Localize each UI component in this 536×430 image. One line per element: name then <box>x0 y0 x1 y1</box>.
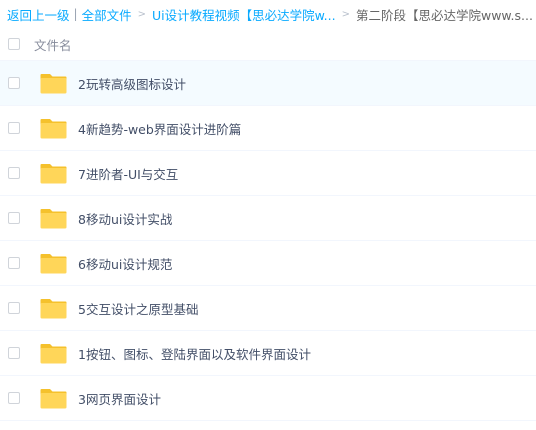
row-checkbox[interactable] <box>8 302 20 314</box>
row-checkbox[interactable] <box>8 347 20 359</box>
folder-icon <box>40 163 67 183</box>
file-name[interactable]: 4新趋势-web界面设计进阶篇 <box>78 119 241 138</box>
back-link[interactable]: 返回上一级 <box>7 5 70 24</box>
file-list: 2玩转高级图标设计 4新趋势-web界面设计进阶篇 7进阶者-UI与交互 8移动… <box>0 61 536 421</box>
breadcrumb: 返回上一级 | 全部文件 > Ui设计教程视频【思必达学院w... > 第二阶段… <box>0 0 536 28</box>
row-checkbox[interactable] <box>8 77 20 89</box>
row-checkbox[interactable] <box>8 167 20 179</box>
file-browser: 返回上一级 | 全部文件 > Ui设计教程视频【思必达学院w... > 第二阶段… <box>0 0 536 430</box>
file-name[interactable]: 2玩转高级图标设计 <box>78 74 186 93</box>
file-name[interactable]: 8移动ui设计实战 <box>78 209 172 228</box>
all-files-link[interactable]: 全部文件 <box>82 5 132 24</box>
filename-column-header[interactable]: 文件名 <box>34 35 72 54</box>
breadcrumb-arrow: > <box>341 8 350 20</box>
file-row[interactable]: 4新趋势-web界面设计进阶篇 <box>0 106 536 151</box>
file-name[interactable]: 3网页界面设计 <box>78 389 161 408</box>
row-checkbox[interactable] <box>8 257 20 269</box>
file-row[interactable]: 3网页界面设计 <box>0 376 536 421</box>
list-header: 文件名 <box>0 28 536 61</box>
folder-icon <box>40 253 67 273</box>
file-name[interactable]: 6移动ui设计规范 <box>78 254 172 273</box>
current-folder-label: 第二阶段【思必达学院www.s... <box>355 7 533 23</box>
folder-icon <box>40 298 67 318</box>
breadcrumb-arrow: > <box>137 8 146 20</box>
folder-icon <box>40 388 67 408</box>
file-row[interactable]: 2玩转高级图标设计 <box>0 61 536 106</box>
file-row[interactable]: 8移动ui设计实战 <box>0 196 536 241</box>
file-name[interactable]: 7进阶者-UI与交互 <box>78 164 178 183</box>
folder-icon <box>40 73 67 93</box>
select-all-checkbox[interactable] <box>8 38 20 50</box>
file-row[interactable]: 7进阶者-UI与交互 <box>0 151 536 196</box>
file-name[interactable]: 5交互设计之原型基础 <box>78 299 198 318</box>
breadcrumb-separator: | <box>73 7 78 21</box>
folder-icon <box>40 208 67 228</box>
file-row[interactable]: 6移动ui设计规范 <box>0 241 536 286</box>
row-checkbox[interactable] <box>8 122 20 134</box>
file-row[interactable]: 5交互设计之原型基础 <box>0 286 536 331</box>
file-name[interactable]: 1按钮、图标、登陆界面以及软件界面设计 <box>78 344 311 363</box>
folder-icon <box>40 118 67 138</box>
row-checkbox[interactable] <box>8 212 20 224</box>
course-folder-link[interactable]: Ui设计教程视频【思必达学院w... <box>152 5 336 24</box>
folder-icon <box>40 343 67 363</box>
file-row[interactable]: 1按钮、图标、登陆界面以及软件界面设计 <box>0 331 536 376</box>
row-checkbox[interactable] <box>8 392 20 404</box>
